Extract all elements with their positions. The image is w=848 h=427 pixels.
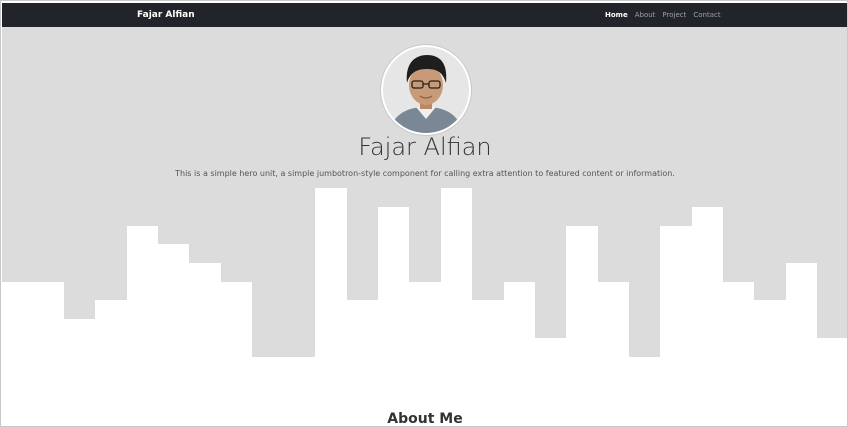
nav-links: Home About Project Contact bbox=[605, 3, 721, 27]
brand-link[interactable]: Fajar Alfian bbox=[137, 3, 195, 27]
nav-contact[interactable]: Contact bbox=[693, 11, 720, 19]
hero-title: Fajar Alfian bbox=[358, 133, 492, 161]
nav-project[interactable]: Project bbox=[662, 11, 686, 19]
profile-avatar bbox=[381, 45, 471, 135]
page-frame: Fajar Alfian Home About Project Contact … bbox=[0, 0, 848, 427]
about-heading: About Me bbox=[387, 411, 463, 427]
profile-photo bbox=[383, 47, 469, 133]
hero-subtitle: This is a simple hero unit, a simple jum… bbox=[175, 169, 675, 178]
skyline-decoration bbox=[1, 188, 847, 359]
nav-home[interactable]: Home bbox=[605, 11, 628, 19]
navbar: Fajar Alfian Home About Project Contact bbox=[2, 3, 847, 27]
nav-about[interactable]: About bbox=[635, 11, 656, 19]
